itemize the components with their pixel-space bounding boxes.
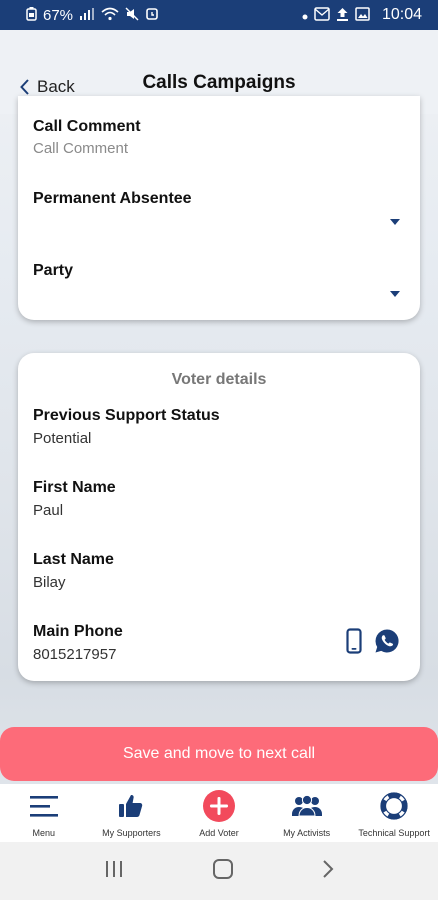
phone-actions — [346, 628, 400, 659]
campaign-form-card: Call Comment Call Comment Permanent Abse… — [18, 96, 420, 320]
previous-support-status-value: Potential — [33, 430, 92, 447]
voter-details-heading: Voter details — [171, 371, 267, 388]
party-dropdown-icon[interactable] — [390, 291, 400, 297]
party-label: Party — [33, 262, 74, 279]
last-name-value: Bilay — [33, 574, 66, 591]
first-name-value: Paul — [33, 502, 64, 519]
back-nav-icon[interactable] — [322, 859, 334, 884]
recent-apps-icon[interactable] — [104, 860, 124, 883]
dot-icon — [302, 9, 308, 22]
people-icon — [291, 790, 323, 822]
nav-item-add-voter[interactable]: Add Voter — [175, 784, 263, 842]
alarm-icon — [145, 7, 159, 23]
permanent-absentee-dropdown-icon[interactable] — [390, 219, 400, 225]
voter-details-card: Voter details Previous Support Status Po… — [18, 353, 420, 681]
add-icon — [202, 790, 236, 822]
status-left: 67% — [26, 7, 159, 24]
message-icon — [314, 7, 330, 23]
page-title: Calls Campaigns — [142, 72, 296, 93]
nav-label-menu: Menu — [32, 828, 56, 838]
main-phone-value: 8015217957 — [33, 646, 117, 663]
menu-icon — [29, 790, 59, 822]
lifebuoy-icon — [380, 790, 408, 822]
save-next-call-button[interactable]: Save and move to next call — [0, 727, 438, 781]
thumbs-up-icon — [118, 790, 144, 822]
previous-support-status-label: Previous Support Status — [33, 407, 220, 424]
mute-icon — [125, 7, 139, 23]
home-icon[interactable] — [212, 858, 234, 885]
nav-label-add-voter: Add Voter — [199, 828, 239, 838]
status-right: 10:04 — [302, 6, 422, 24]
battery-lock-icon — [26, 7, 37, 23]
system-navigation-bar — [0, 842, 438, 900]
last-name-label: Last Name — [33, 551, 114, 568]
main-phone-label: Main Phone — [33, 623, 123, 640]
upload-icon — [336, 7, 349, 23]
status-time: 10:04 — [381, 6, 422, 23]
call-comment-input[interactable]: Call Comment — [33, 140, 128, 157]
nav-label-my-supporters: My Supporters — [102, 828, 161, 838]
nav-item-my-supporters[interactable]: My Supporters — [88, 784, 176, 842]
wifi-icon — [101, 7, 119, 23]
mobile-phone-icon[interactable] — [346, 628, 362, 659]
status-bar: 67% 10:04 — [0, 0, 438, 30]
first-name-label: First Name — [33, 479, 116, 496]
whatsapp-icon[interactable] — [374, 628, 400, 659]
image-icon — [355, 7, 370, 23]
nav-item-menu[interactable]: Menu — [0, 784, 88, 842]
nav-item-my-activists[interactable]: My Activists — [263, 784, 351, 842]
nav-item-technical-support[interactable]: Technical Support — [350, 784, 438, 842]
nav-label-my-activists: My Activists — [283, 828, 331, 838]
call-comment-label: Call Comment — [33, 118, 141, 135]
nav-label-technical-support: Technical Support — [358, 828, 430, 838]
bottom-navigation: Menu My Supporters Add Voter My Activist… — [0, 784, 438, 842]
permanent-absentee-label: Permanent Absentee — [33, 190, 192, 207]
signal-icon — [79, 8, 95, 22]
battery-percent: 67% — [43, 6, 74, 24]
